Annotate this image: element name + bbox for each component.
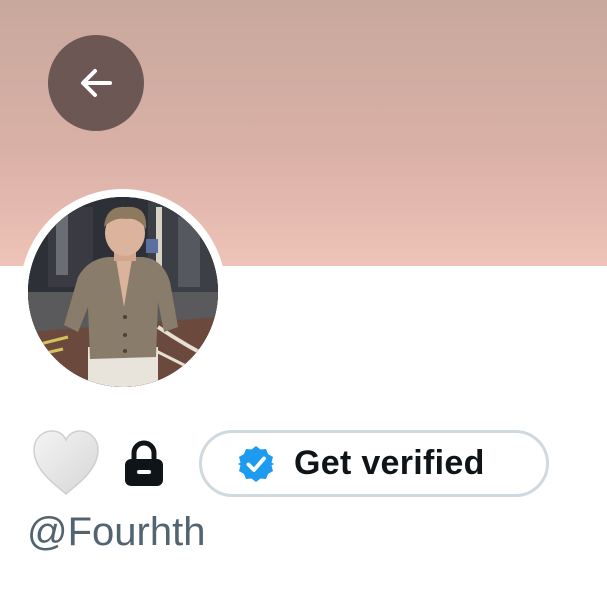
profile-actions-row: Get verified (0, 420, 607, 510)
lock-icon (125, 440, 163, 486)
avatar[interactable] (28, 197, 218, 387)
avatar-photo (28, 197, 218, 387)
profile-handle: @Fourhth (27, 510, 206, 554)
get-verified-label: Get verified (294, 444, 485, 482)
arrow-left-icon (81, 69, 112, 97)
profile-page: Get verified @Fourhth (0, 0, 607, 596)
back-button[interactable] (48, 35, 144, 131)
verified-badge-icon (238, 445, 274, 482)
white-heart-icon (33, 430, 99, 496)
get-verified-button[interactable]: Get verified (199, 430, 549, 497)
